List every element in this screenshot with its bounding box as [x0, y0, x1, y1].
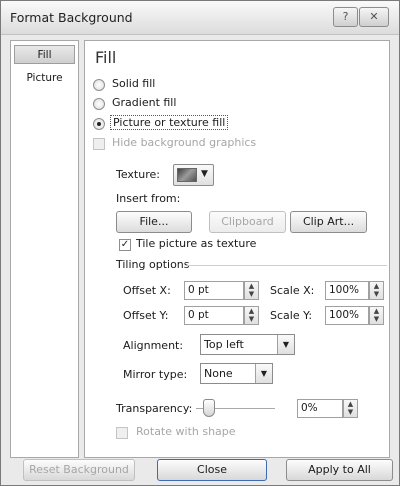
- solid-fill-label[interactable]: Solid fill: [112, 77, 155, 90]
- mirror-type-value: None: [204, 367, 233, 380]
- transparency-input[interactable]: 0%: [297, 399, 343, 418]
- alignment-select[interactable]: Top left ▼: [200, 334, 295, 355]
- offset-y-input[interactable]: 0 pt: [184, 306, 244, 325]
- scale-x-spinner[interactable]: ▲ ▼: [369, 281, 384, 300]
- category-nav: Fill Picture: [10, 40, 79, 458]
- nav-item-fill[interactable]: Fill: [14, 45, 75, 64]
- transparency-spinner[interactable]: ▲ ▼: [343, 399, 358, 418]
- offset-y-spinner[interactable]: ▲ ▼: [244, 306, 259, 325]
- mirror-type-label: Mirror type:: [123, 368, 188, 381]
- scale-x-input[interactable]: 100%: [325, 281, 369, 300]
- tiling-options-label: Tiling options: [116, 258, 190, 271]
- scale-y-label: Scale Y:: [270, 309, 313, 322]
- rotate-with-shape-checkbox[interactable]: [116, 427, 128, 439]
- transparency-slider-thumb[interactable]: [203, 399, 215, 417]
- chevron-down-icon: ▼: [255, 364, 272, 383]
- clipboard-button[interactable]: Clipboard: [209, 211, 286, 233]
- close-window-button[interactable]: ✕: [359, 7, 389, 27]
- insert-from-label: Insert from:: [116, 192, 181, 205]
- apply-to-all-button[interactable]: Apply to All: [286, 459, 393, 481]
- picture-texture-fill-radio[interactable]: [93, 118, 105, 130]
- tile-as-texture-checkbox[interactable]: ✓: [119, 239, 131, 251]
- scale-x-label: Scale X:: [270, 284, 315, 297]
- offset-y-label: Offset Y:: [123, 309, 169, 322]
- section-title: Fill: [95, 48, 117, 67]
- gradient-fill-radio[interactable]: [93, 98, 105, 110]
- solid-fill-radio[interactable]: [93, 79, 105, 91]
- reset-background-button[interactable]: Reset Background: [23, 459, 135, 481]
- title-bar: Format Background ? ✕: [1, 1, 399, 35]
- gradient-fill-label[interactable]: Gradient fill: [112, 96, 176, 109]
- chevron-down-icon: ▼: [277, 335, 294, 354]
- help-button[interactable]: ?: [333, 7, 358, 27]
- mirror-type-select[interactable]: None ▼: [200, 363, 273, 384]
- hide-background-graphics-checkbox[interactable]: [93, 138, 105, 150]
- tiling-options-divider: [187, 265, 387, 266]
- format-background-dialog: Format Background ? ✕ Fill Picture Fill …: [0, 0, 400, 486]
- tile-as-texture-label[interactable]: Tile picture as texture: [136, 237, 256, 250]
- fill-pane: Fill Solid fill Gradient fill Picture or…: [84, 40, 390, 458]
- texture-label: Texture:: [116, 168, 160, 181]
- offset-x-input[interactable]: 0 pt: [184, 281, 244, 300]
- transparency-label: Transparency:: [116, 402, 193, 415]
- texture-dropdown[interactable]: ▼: [173, 164, 214, 186]
- close-button[interactable]: Close: [157, 459, 267, 481]
- file-button[interactable]: File...: [116, 211, 192, 233]
- texture-swatch-icon: [177, 168, 197, 182]
- dropdown-arrow-icon: ▼: [201, 169, 208, 179]
- clip-art-button[interactable]: Clip Art...: [290, 211, 367, 233]
- hide-background-graphics-label: Hide background graphics: [112, 136, 257, 149]
- scale-y-input[interactable]: 100%: [325, 306, 369, 325]
- offset-x-spinner[interactable]: ▲ ▼: [244, 281, 259, 300]
- rotate-with-shape-label: Rotate with shape: [136, 425, 236, 438]
- offset-x-label: Offset X:: [123, 284, 171, 297]
- alignment-value: Top left: [204, 338, 244, 351]
- scale-y-spinner[interactable]: ▲ ▼: [369, 306, 384, 325]
- alignment-label: Alignment:: [123, 339, 184, 352]
- dialog-title: Format Background: [10, 10, 133, 25]
- nav-item-picture[interactable]: Picture: [14, 69, 75, 88]
- picture-texture-fill-label[interactable]: Picture or texture fill: [110, 115, 229, 130]
